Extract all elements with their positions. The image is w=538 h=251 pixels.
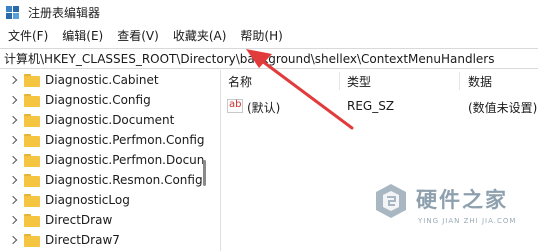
tree-item-label: DiagnosticLog bbox=[45, 193, 130, 207]
tree-item[interactable]: DirectDraw7 bbox=[0, 231, 200, 251]
value-name: (默认) bbox=[247, 101, 281, 115]
watermark-subtitle: YING JIAN ZHI JIA.COM bbox=[418, 217, 517, 225]
tree-item-label: Diagnostic.Resmon.Config bbox=[45, 173, 203, 187]
column-header-type[interactable]: 类型 bbox=[347, 70, 371, 92]
expand-chevron-icon[interactable] bbox=[8, 215, 18, 225]
expand-chevron-icon[interactable] bbox=[8, 175, 18, 185]
tree-item[interactable]: Diagnostic.Cabinet bbox=[0, 71, 200, 91]
value-data: (数值未设置) bbox=[468, 101, 538, 115]
value-type: REG_SZ bbox=[347, 99, 395, 113]
folder-icon bbox=[24, 154, 40, 167]
string-value-icon: ab bbox=[227, 99, 243, 113]
menu-view[interactable]: 查看(V) bbox=[113, 27, 163, 44]
value-row[interactable]: ab (默认) REG_SZ (数值未设置) bbox=[221, 96, 538, 116]
column-header-data[interactable]: 数据 bbox=[468, 70, 492, 92]
menu-edit[interactable]: 编辑(E) bbox=[58, 27, 107, 44]
folder-icon bbox=[24, 74, 40, 87]
tree-item[interactable]: Diagnostic.Perfmon.Docun bbox=[0, 151, 204, 171]
folder-icon bbox=[24, 234, 40, 247]
tree-item-label: Diagnostic.Cabinet bbox=[45, 73, 159, 87]
tree-item[interactable]: Diagnostic.Config bbox=[0, 91, 200, 111]
expand-chevron-icon[interactable] bbox=[8, 155, 18, 165]
expand-chevron-icon[interactable] bbox=[8, 115, 18, 125]
tree-item[interactable]: Diagnostic.Resmon.Config bbox=[0, 171, 203, 191]
folder-icon bbox=[24, 214, 40, 227]
registry-editor-icon bbox=[6, 5, 20, 20]
tree-item-label: DirectDraw7 bbox=[45, 233, 120, 247]
menu-file[interactable]: 文件(F) bbox=[4, 27, 52, 44]
column-header-name[interactable]: 名称 bbox=[228, 70, 252, 92]
tree-item-label: Diagnostic.Perfmon.Config bbox=[45, 133, 205, 147]
expand-chevron-icon[interactable] bbox=[8, 75, 18, 85]
expand-chevron-icon[interactable] bbox=[8, 95, 18, 105]
expand-chevron-icon[interactable] bbox=[8, 195, 18, 205]
tree-item-label: Diagnostic.Document bbox=[45, 113, 175, 127]
folder-icon bbox=[24, 194, 40, 207]
menu-favorites[interactable]: 收藏夹(A) bbox=[169, 27, 231, 44]
tree-item[interactable]: DirectDraw bbox=[0, 211, 200, 231]
folder-icon bbox=[24, 114, 40, 127]
watermark-logo-icon bbox=[376, 184, 406, 218]
tree-item[interactable]: Diagnostic.Document bbox=[0, 111, 200, 131]
expand-chevron-icon[interactable] bbox=[8, 135, 18, 145]
title-bar: 注册表编辑器 bbox=[0, 0, 538, 25]
watermark: 硬件之家 YING JIAN ZHI JIA.COM bbox=[372, 178, 538, 251]
tree-item[interactable]: DiagnosticLog bbox=[0, 191, 200, 211]
column-divider[interactable] bbox=[459, 72, 460, 90]
watermark-name: 硬件之家 bbox=[416, 188, 508, 212]
folder-icon bbox=[24, 94, 40, 107]
column-divider[interactable] bbox=[339, 72, 340, 90]
address-path[interactable]: 计算机\HKEY_CLASSES_ROOT\Directory\backgrou… bbox=[4, 50, 494, 67]
window-title: 注册表编辑器 bbox=[28, 6, 101, 20]
folder-icon bbox=[24, 134, 40, 147]
tree-item-label: DirectDraw bbox=[45, 213, 113, 227]
expand-chevron-icon[interactable] bbox=[8, 235, 18, 245]
tree-item-label: Diagnostic.Perfmon.Docun bbox=[45, 153, 205, 167]
tree-scrollbar-thumb[interactable] bbox=[203, 160, 206, 186]
tree-item-label: Diagnostic.Config bbox=[45, 93, 151, 107]
tree-item[interactable]: Diagnostic.Perfmon.Config bbox=[0, 131, 205, 151]
tree-pane: Diagnostic.Cabinet Diagnostic.Config Dia… bbox=[0, 70, 208, 251]
address-bar[interactable]: 计算机\HKEY_CLASSES_ROOT\Directory\backgrou… bbox=[0, 48, 538, 69]
menu-help[interactable]: 帮助(H) bbox=[236, 27, 286, 44]
folder-icon bbox=[24, 174, 40, 187]
menu-bar: 文件(F) 编辑(E) 查看(V) 收藏夹(A) 帮助(H) bbox=[0, 25, 538, 46]
